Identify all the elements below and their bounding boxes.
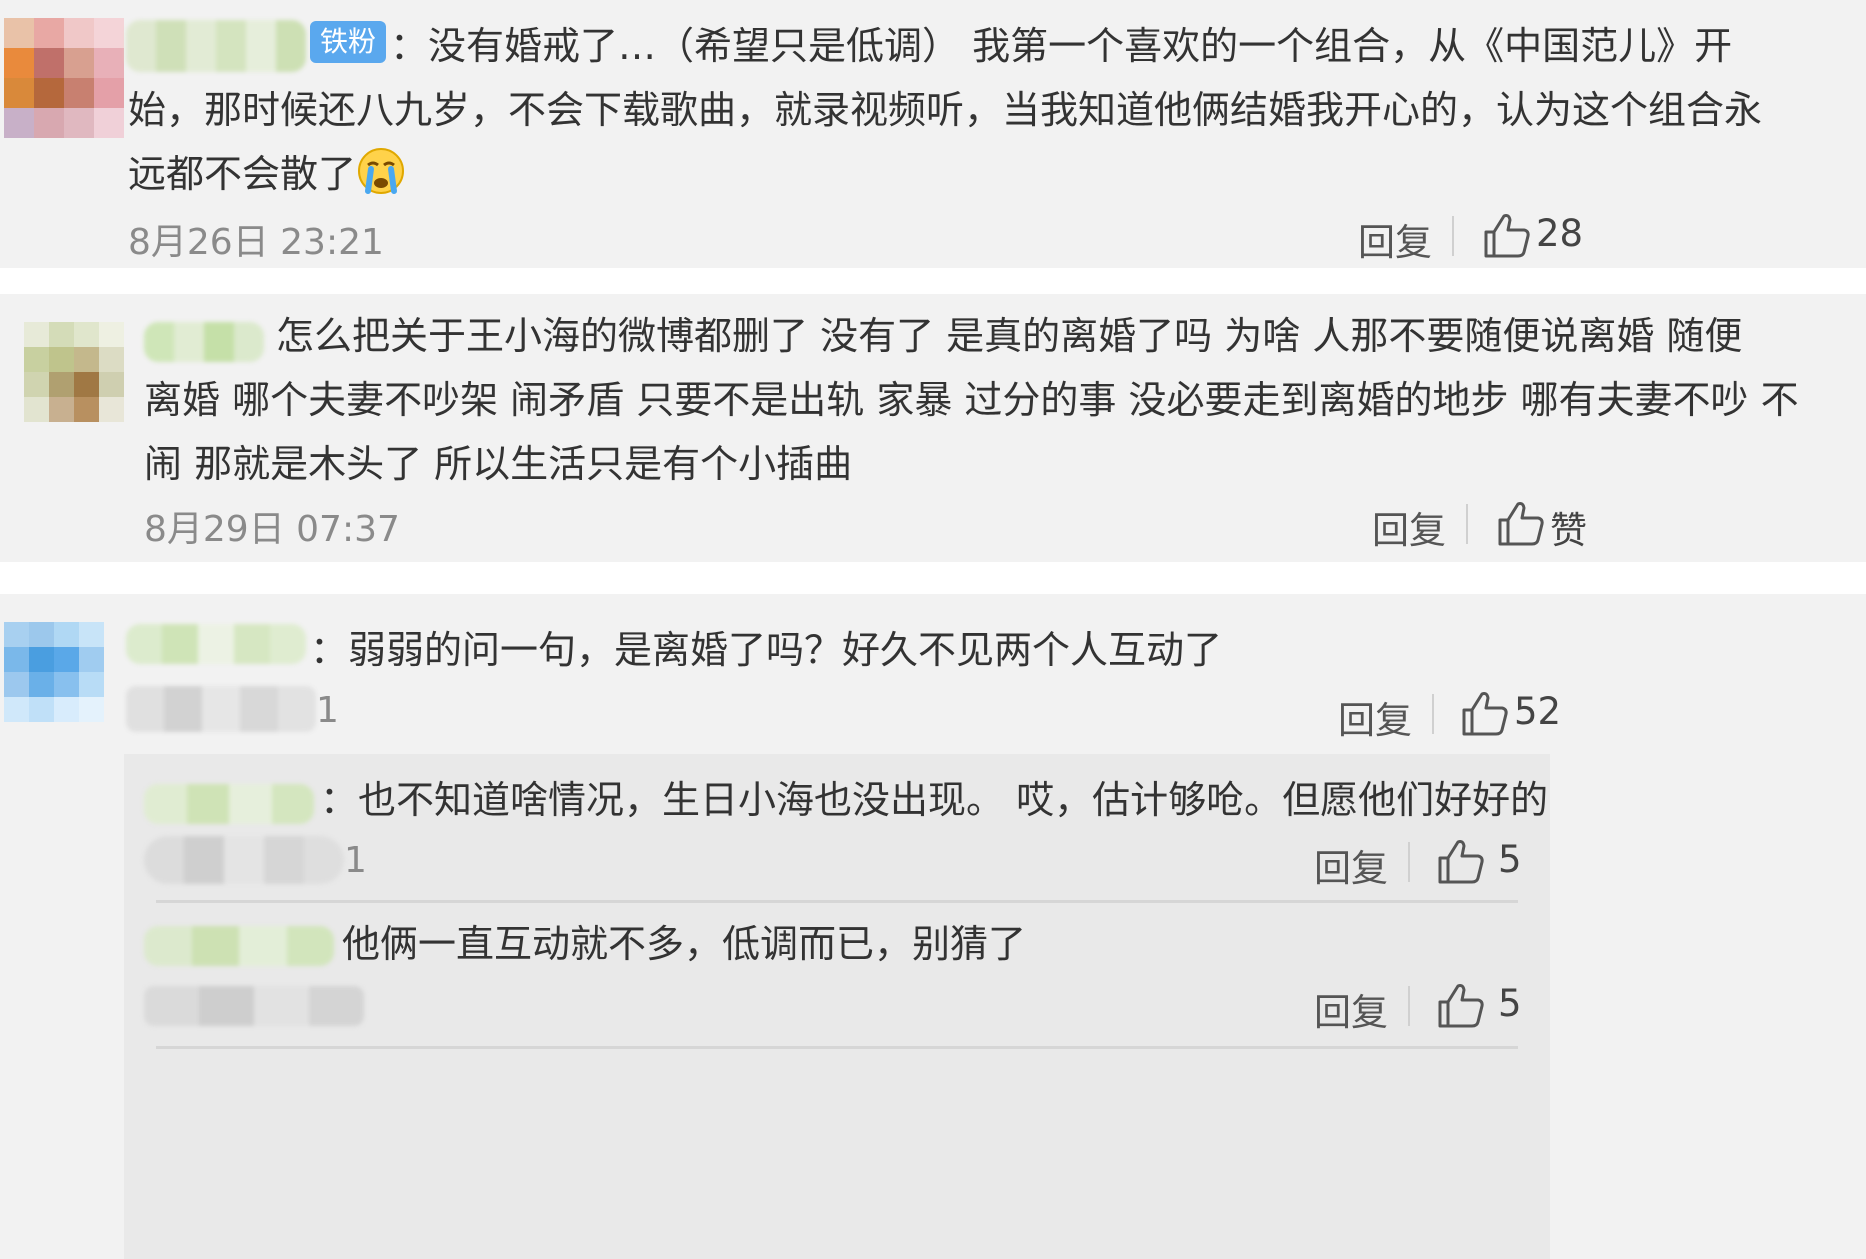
thumbs-up-icon[interactable] (1436, 838, 1486, 886)
reply-text: ：也不知道啥情况，生日小海也没出现。 哎，估计够呛。但愿他们好好的 (320, 778, 1549, 822)
reply-divider (156, 900, 1518, 903)
reply-button[interactable]: 回复 (1372, 500, 1446, 554)
avatar[interactable] (24, 322, 124, 422)
reply-time (144, 836, 344, 884)
reply-button[interactable]: 回复 (1314, 982, 1388, 1036)
divider (1452, 216, 1454, 256)
comment-text-line: ：弱弱的问一句，是离婚了吗？好久不见两个人互动了 (310, 628, 1223, 672)
like-label[interactable]: 赞 (1550, 500, 1587, 554)
reply-time (144, 986, 364, 1026)
divider (1408, 842, 1410, 882)
avatar[interactable] (4, 18, 124, 138)
thumbs-up-icon[interactable] (1460, 690, 1510, 738)
like-count: 5 (1498, 982, 1522, 1025)
reply-button[interactable]: 回复 (1338, 690, 1412, 744)
username[interactable] (144, 784, 314, 824)
thumbs-up-icon[interactable] (1496, 500, 1546, 548)
like-count: 52 (1514, 690, 1562, 733)
username[interactable] (126, 20, 306, 72)
username[interactable] (144, 322, 264, 362)
fan-badge: 铁粉 (310, 21, 387, 63)
thumbs-up-icon[interactable] (1436, 982, 1486, 1030)
cry-emoji (358, 148, 405, 194)
reply-thread: ：也不知道啥情况，生日小海也没出现。 哎，估计够呛。但愿他们好好的 1 回复 5… (124, 754, 1550, 1259)
divider (1432, 694, 1434, 734)
like-count: 28 (1536, 212, 1584, 255)
comment-item: ：弱弱的问一句，是离婚了吗？好久不见两个人互动了 1 回复 52 ：也不知道啥情… (0, 594, 1866, 1259)
reply-button[interactable]: 回复 (1314, 838, 1388, 892)
comment-item: 铁粉 ：没有婚戒了…（希望只是低调） 我第一个喜欢的一个组合，从《中国范儿》开 始… (0, 0, 1866, 268)
like-count: 5 (1498, 838, 1522, 881)
comment-text: 远都不会散了 (128, 136, 406, 212)
comment-item: 怎么把关于王小海的微博都删了 没有了 是真的离婚了吗 为啥 人那不要随便说离婚 … (0, 294, 1866, 562)
comment-text-line: ：没有婚戒了…（希望只是低调） 我第一个喜欢的一个组合，从《中国范儿》开 (390, 24, 1733, 68)
reply-button[interactable]: 回复 (1358, 212, 1432, 266)
divider (1466, 504, 1468, 544)
comment-time: 8月26日 23:21 (128, 222, 384, 263)
comment-time: 8月29日 07:37 (144, 509, 400, 550)
reply-divider (156, 1046, 1518, 1049)
comment-time (126, 686, 316, 732)
thumbs-up-icon[interactable] (1482, 212, 1532, 260)
username[interactable] (144, 926, 334, 966)
comment-text-line: 闹 那就是木头了 所以生活只是有个小插曲 (144, 442, 853, 486)
username[interactable] (126, 624, 306, 664)
avatar[interactable] (4, 622, 104, 722)
divider (1408, 986, 1410, 1026)
comment-text-line: 远都不会散了 (128, 152, 357, 196)
reply-text: 他俩一直互动就不多，低调而已，别猜了 (342, 922, 1027, 966)
reply-time-partial: 1 (344, 840, 367, 881)
comment-time-partial: 1 (316, 690, 339, 731)
